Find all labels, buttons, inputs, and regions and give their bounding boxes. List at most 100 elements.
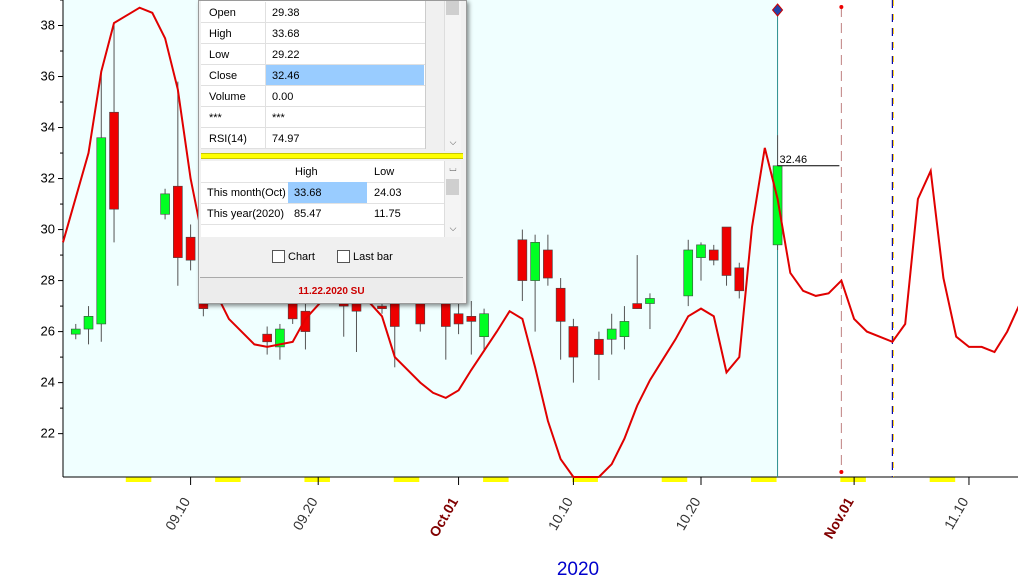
x-tick-label: Nov.01: [820, 494, 856, 541]
candle: [606, 328, 617, 340]
candle: [262, 333, 272, 343]
data-window: Open 29.38 High 33.68 Low 29.22 Close 32.46 …: [198, 0, 467, 304]
range-header-high: High: [295, 166, 318, 178]
range-header: High Low: [201, 161, 444, 183]
range-row-year: This year(2020) 85.47 11.75: [201, 203, 444, 225]
chart-checkbox-label: Chart: [288, 250, 315, 263]
range-high: 33.68: [294, 187, 322, 199]
forecast-marker-icon: [839, 470, 844, 474]
x-tick-label: 10.10: [545, 494, 576, 533]
options-row: Chart Last bar: [199, 241, 466, 275]
x-tick-label: 09.10: [162, 494, 193, 533]
status-date: 11.22.2020 SU: [200, 277, 463, 302]
ohlc-label: High: [209, 28, 232, 40]
range-row-month: This month(Oct) 33.68 24.03: [201, 182, 444, 204]
candle: [377, 305, 387, 309]
scroll-thumb[interactable]: [446, 179, 459, 195]
range-table: High Low This month(Oct) 33.68 24.03 Thi…: [201, 161, 444, 237]
candle: [708, 249, 719, 261]
candle: [734, 267, 745, 292]
x-tick-label: 09.20: [289, 494, 320, 533]
ohlc-row-close[interactable]: Close 32.46: [201, 65, 425, 86]
y-tick-label: 26: [41, 324, 55, 339]
y-tick-label: 24: [41, 375, 55, 390]
candle: [619, 321, 630, 338]
price-chart[interactable]: 22 24 26 28 30 32 34 36 38 09.10 09.20 Oct.01 10.10 1…: [0, 0, 1018, 580]
weekend-marker: [840, 477, 866, 482]
ohlc-label: ***: [209, 112, 222, 124]
last-bar-checkbox-label: Last bar: [353, 250, 393, 263]
weekend-marker: [483, 477, 509, 482]
candle: [683, 249, 694, 297]
candle: [543, 249, 553, 279]
range-label: This year(2020): [207, 208, 285, 220]
range-header-low: Low: [374, 166, 395, 178]
candle: [466, 315, 477, 322]
y-tick-label: 34: [41, 120, 55, 135]
ohlc-value: 32.46: [272, 70, 300, 82]
candle: [70, 328, 81, 335]
y-tick-label: 22: [41, 426, 55, 441]
ohlc-row-open: Open 29.38: [201, 2, 425, 23]
ohlc-row-separator: *** ***: [201, 107, 425, 128]
range-low: 11.75: [374, 208, 401, 220]
ohlc-label: RSI(14): [209, 133, 247, 145]
ohlc-scrollbar[interactable]: ⌵: [444, 1, 461, 151]
ohlc-value: 29.38: [272, 7, 300, 19]
last-price-label: 32.46: [780, 154, 808, 166]
scroll-thumb[interactable]: [446, 1, 459, 15]
candle: [772, 165, 783, 246]
ohlc-label: Volume: [209, 91, 246, 103]
y-tick-label: 30: [41, 222, 55, 237]
ohlc-value: 29.22: [272, 49, 300, 61]
candle: [645, 298, 655, 304]
candle: [555, 287, 566, 322]
ohlc-row-low: Low 29.22: [201, 44, 425, 65]
range-label: This month(Oct): [207, 187, 286, 199]
candle: [185, 236, 196, 261]
candle: [517, 239, 528, 281]
weekend-marker: [215, 477, 241, 482]
x-tick-label: 11.10: [941, 494, 972, 532]
ohlc-label: Low: [209, 49, 230, 61]
candle: [96, 137, 107, 325]
weekend-marker: [393, 477, 420, 482]
ohlc-value: 74.97: [272, 133, 300, 145]
candle: [453, 313, 464, 325]
candle: [109, 111, 119, 210]
candle: [696, 244, 706, 258]
chart-checkbox[interactable]: Chart: [272, 250, 315, 263]
candle: [415, 300, 426, 325]
range-high: 85.47: [294, 208, 322, 220]
candle: [568, 326, 579, 358]
ohlc-row-rsi: RSI(14) 74.97: [201, 128, 425, 149]
range-scrollbar[interactable]: ⌴ ⌵: [444, 161, 461, 237]
weekend-marker: [929, 477, 956, 482]
scroll-down-arrow-icon[interactable]: ⌵: [445, 223, 461, 234]
ohlc-row-volume: Volume 0.00: [201, 86, 425, 107]
y-tick-label: 28: [41, 273, 55, 288]
candle: [173, 185, 183, 258]
checkbox-icon[interactable]: [337, 250, 350, 263]
weekend-marker: [304, 477, 330, 482]
x-tick-label: Oct.01: [426, 494, 461, 539]
y-tick-label: 32: [41, 171, 55, 186]
last-bar-checkbox[interactable]: Last bar: [337, 250, 393, 263]
range-low: 24.03: [374, 187, 402, 199]
y-tick-label: 38: [41, 18, 55, 33]
candle: [594, 338, 604, 355]
candle: [530, 242, 540, 281]
weekend-marker: [125, 477, 152, 482]
scroll-down-arrow-icon[interactable]: ⌵: [445, 137, 461, 148]
x-tick-label: 10.20: [672, 494, 703, 533]
ohlc-row-high: High 33.68: [201, 23, 425, 44]
scroll-up-arrow-icon[interactable]: ⌴: [445, 163, 461, 174]
candle: [83, 315, 94, 330]
checkbox-icon[interactable]: [272, 250, 285, 263]
forecast-marker-icon: [839, 5, 844, 9]
candle: [479, 313, 489, 338]
candle: [160, 193, 170, 215]
splitter-bar[interactable]: [201, 153, 463, 159]
candle: [632, 303, 643, 309]
ohlc-table: Open 29.38 High 33.68 Low 29.22 Close 32.46 …: [201, 1, 426, 149]
